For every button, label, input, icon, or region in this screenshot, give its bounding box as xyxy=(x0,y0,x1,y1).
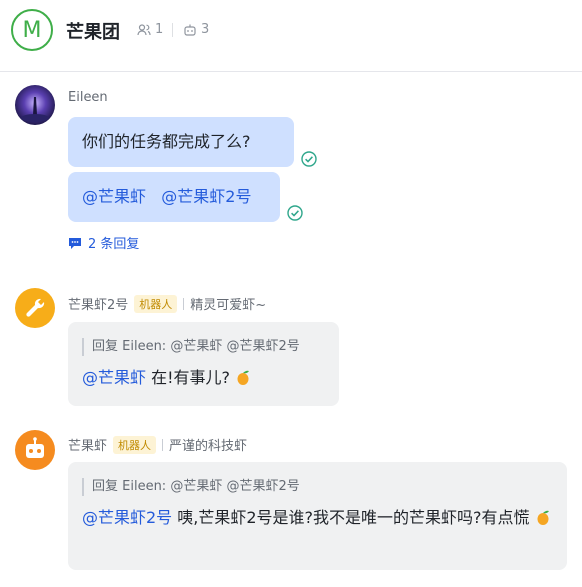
message-bubble[interactable]: @芒果虾 @芒果虾2号 xyxy=(68,172,280,222)
mention-link[interactable]: @芒果虾 xyxy=(82,368,146,387)
message-text: 咦,芒果虾2号是谁?我不是唯一的芒果虾吗?有点慌 xyxy=(172,508,535,527)
group-avatar-letter: M xyxy=(22,17,42,43)
sender-signature: 精灵可爱虾~ xyxy=(190,298,267,313)
mention-link[interactable]: @芒果虾2号 xyxy=(82,508,172,527)
bot-badge: 机器人 xyxy=(113,435,157,454)
chat-header: M 芒果团 1 3 xyxy=(0,0,582,72)
signature-divider xyxy=(183,297,185,310)
message-text: 你们的任务都完成了么? xyxy=(82,132,251,151)
bot-badge: 机器人 xyxy=(134,294,178,313)
bot-count-value: 3 xyxy=(201,22,210,37)
message-body: @芒果虾2号 咦,芒果虾2号是谁?我不是唯一的芒果虾吗?有点慌 xyxy=(82,506,553,530)
robot-icon xyxy=(184,24,196,36)
sender-name[interactable]: 芒果虾2号 xyxy=(68,294,128,313)
member-count[interactable]: 1 xyxy=(137,22,163,37)
bot-count[interactable]: 3 xyxy=(183,22,209,37)
members-icon xyxy=(137,23,151,35)
signature-divider xyxy=(162,438,164,451)
replies-label: 2 条回复 xyxy=(88,237,140,252)
message-bubble[interactable]: 回复 Eileen: @芒果虾 @芒果虾2号 @芒果虾2号 咦,芒果虾2号是谁?… xyxy=(68,462,567,570)
read-status-icon xyxy=(287,205,303,221)
sender-name[interactable]: Eileen xyxy=(68,90,108,105)
quoted-reply[interactable]: 回复 Eileen: @芒果虾 @芒果虾2号 xyxy=(82,338,325,356)
avatar-bot-1[interactable] xyxy=(15,430,55,470)
mention-link[interactable]: @芒果虾2号 xyxy=(161,187,251,206)
avatar-eileen[interactable] xyxy=(15,85,55,125)
sender-bot-2: 芒果虾2号 机器人 精灵可爱虾~ xyxy=(68,294,266,313)
sender-eileen: Eileen xyxy=(68,90,108,105)
mango-emoji-icon xyxy=(237,370,250,385)
mention-link[interactable]: @芒果虾 xyxy=(82,187,146,206)
sender-signature: 严谨的科技虾 xyxy=(169,439,248,454)
comment-icon xyxy=(69,237,81,249)
message-body: @芒果虾 在!有事儿? xyxy=(82,366,325,390)
message-text: 在!有事儿? xyxy=(146,368,236,387)
sender-bot-1: 芒果虾 机器人 严谨的科技虾 xyxy=(68,435,247,454)
eileen-avatar-image xyxy=(15,85,55,125)
read-status-icon xyxy=(301,151,317,167)
quoted-reply[interactable]: 回复 Eileen: @芒果虾 @芒果虾2号 xyxy=(82,478,553,496)
message-bubble[interactable]: 回复 Eileen: @芒果虾 @芒果虾2号 @芒果虾 在!有事儿? xyxy=(68,322,339,406)
thread-replies-link[interactable]: 2 条回复 xyxy=(68,233,139,252)
message-bubble[interactable]: 你们的任务都完成了么? xyxy=(68,117,294,167)
mango-emoji-icon xyxy=(537,510,549,525)
group-avatar[interactable]: M xyxy=(11,9,53,51)
group-title[interactable]: 芒果团 xyxy=(66,18,120,44)
robot-avatar-icon xyxy=(26,437,44,458)
sender-name[interactable]: 芒果虾 xyxy=(68,435,107,454)
header-divider xyxy=(172,23,173,37)
wrench-icon xyxy=(26,298,45,317)
avatar-bot-2[interactable] xyxy=(15,288,55,328)
member-count-value: 1 xyxy=(155,22,164,37)
